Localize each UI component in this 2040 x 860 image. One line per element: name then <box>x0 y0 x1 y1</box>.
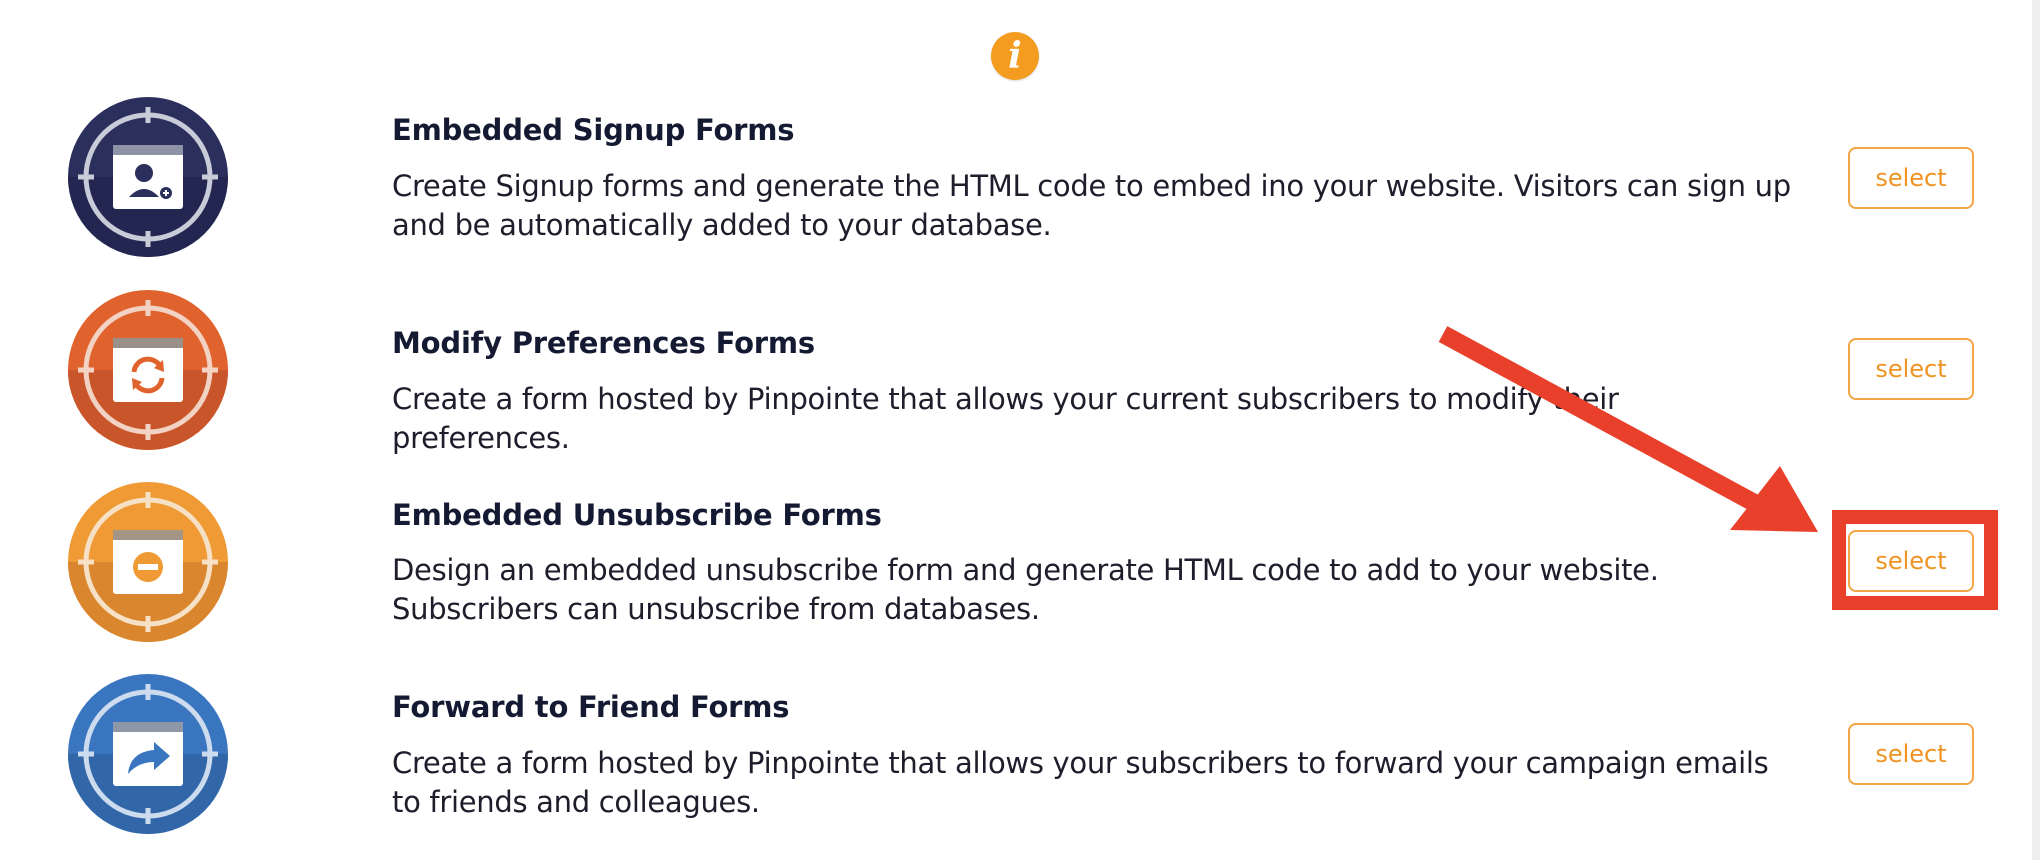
unsubscribe-forms-description: Design an embedded unsubscribe form and … <box>392 553 1659 626</box>
page-right-border <box>2032 0 2040 860</box>
forward-forms-description: Create a form hosted by Pinpointe that a… <box>392 746 1769 819</box>
preferences-forms-title: Modify Preferences Forms <box>392 326 815 360</box>
signup-forms-description: Create Signup forms and generate the HTM… <box>392 169 1791 242</box>
signup-forms-title: Embedded Signup Forms <box>392 113 795 147</box>
preferences-forms-select-button[interactable]: select <box>1848 338 1974 400</box>
unsubscribe-forms-title: Embedded Unsubscribe Forms <box>392 498 882 532</box>
forward-form-icon <box>68 674 228 834</box>
info-icon[interactable]: i <box>991 32 1039 80</box>
signup-form-icon <box>68 97 228 257</box>
forward-forms-select-button[interactable]: select <box>1848 723 1974 785</box>
forward-forms-title: Forward to Friend Forms <box>392 690 790 724</box>
unsubscribe-forms-select-button[interactable]: select <box>1848 530 1974 592</box>
unsubscribe-form-icon <box>68 482 228 642</box>
preferences-form-icon <box>68 290 228 450</box>
signup-forms-select-button[interactable]: select <box>1848 147 1974 209</box>
preferences-forms-description: Create a form hosted by Pinpointe that a… <box>392 382 1619 455</box>
